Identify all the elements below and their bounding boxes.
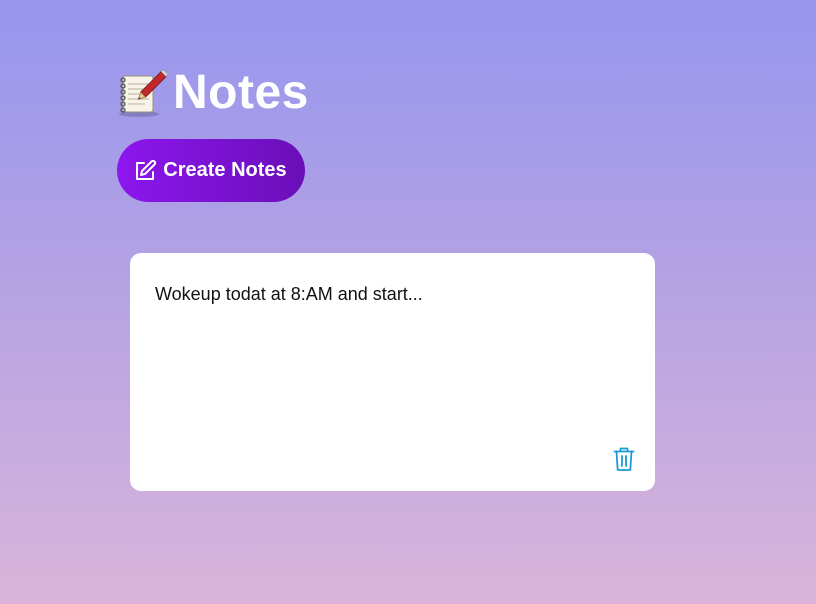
page-title: Notes [173, 66, 309, 119]
edit-icon [133, 159, 157, 183]
notebook-pencil-icon [117, 68, 169, 118]
app-header: Notes [117, 66, 309, 120]
note-text[interactable]: Wokeup todat at 8:AM and start... [155, 283, 423, 305]
note-card[interactable]: Wokeup todat at 8:AM and start... [130, 253, 655, 491]
create-notes-button[interactable]: Create Notes [117, 139, 305, 202]
create-notes-label: Create Notes [163, 159, 287, 181]
trash-icon[interactable] [613, 446, 635, 472]
